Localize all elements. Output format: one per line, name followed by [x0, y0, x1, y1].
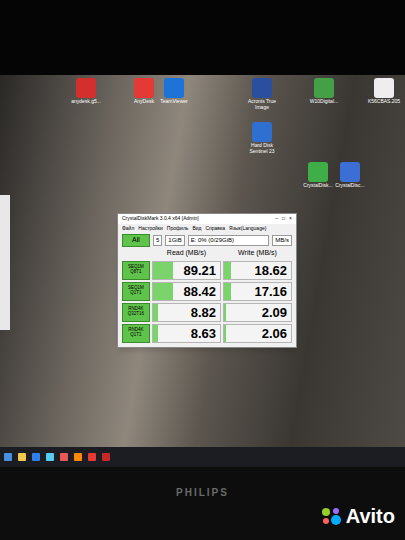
- taskbar-app-icon[interactable]: [4, 453, 12, 461]
- menu-item[interactable]: Язык(Language): [229, 225, 266, 233]
- taskbar-app-icon[interactable]: [88, 453, 96, 461]
- result-cell: 2.09: [223, 303, 292, 322]
- menu-item[interactable]: Настройки: [138, 225, 163, 233]
- unit-select[interactable]: MB/s: [272, 235, 292, 246]
- window-control[interactable]: –: [275, 215, 278, 223]
- app-icon: [314, 78, 334, 98]
- app-icon: [76, 78, 96, 98]
- test-button[interactable]: RND4KQ32T16: [122, 303, 150, 322]
- screen: anydesk.g5... AnyDeskTeamViewer Acronis Tr…: [0, 75, 405, 467]
- title-bar: CrystalDiskMark 3.0.4 x64 [Admin]–□×: [118, 214, 296, 224]
- desktop-icon[interactable]: CrystalDisk...: [300, 162, 336, 189]
- result-bar: [224, 304, 226, 321]
- menu-item[interactable]: Вид: [192, 225, 201, 233]
- test-button[interactable]: RND4KQ1T1: [122, 324, 150, 343]
- result-bar: [153, 283, 173, 300]
- taskbar-app-icon[interactable]: [18, 453, 26, 461]
- result-cell: 17.16: [223, 282, 292, 301]
- bezel: PHILIPS: [0, 467, 405, 540]
- menu-bar: Файл Настройки ПрофильВид Справка Язык(Langu…: [118, 224, 296, 233]
- window-control[interactable]: ×: [289, 215, 292, 223]
- result-bar: [153, 304, 158, 321]
- result-cell: 88.42: [152, 282, 221, 301]
- app-icon: [340, 162, 360, 182]
- cdm-window: CrystalDiskMark 3.0.4 x64 [Admin]–□×Файл…: [117, 213, 297, 348]
- brand-logo: PHILIPS: [176, 485, 229, 540]
- desktop-icon[interactable]: anydesk.g5...: [68, 78, 104, 105]
- top-dark: [0, 0, 405, 75]
- result-cell: 18.62: [223, 261, 292, 280]
- menu-item[interactable]: Справка: [205, 225, 225, 233]
- menu-item[interactable]: Профиль: [167, 225, 189, 233]
- menu-item[interactable]: Файл: [122, 225, 134, 233]
- desktop-icon[interactable]: Hard Disk Sentinel 23: [244, 122, 280, 154]
- app-icon: [134, 78, 154, 98]
- result-cell: 8.82: [152, 303, 221, 322]
- app-icon: [374, 78, 394, 98]
- desktop-icon[interactable]: W10Digital...: [306, 78, 342, 105]
- taskbar-app-icon[interactable]: [74, 453, 82, 461]
- photo: anydesk.g5... AnyDeskTeamViewer Acronis Tr…: [0, 0, 405, 540]
- desktop-icon[interactable]: CrystalDisc...: [332, 162, 368, 189]
- taskbar: [0, 447, 405, 467]
- desktop-icon[interactable]: Acronis True Image: [244, 78, 280, 110]
- window-control[interactable]: □: [282, 215, 285, 223]
- watermark: Avito: [320, 506, 395, 526]
- drive-select[interactable]: E: 0% (0/29GiB): [188, 235, 270, 246]
- app-icon: [252, 122, 272, 142]
- column-header: Read (MB/s): [152, 248, 221, 259]
- result-bar: [224, 262, 231, 279]
- results-grid: Read (MB/s)Write (MB/s) SEQ1MQ8T189.2118.…: [118, 248, 296, 347]
- avito-dots-icon: [320, 506, 342, 526]
- desktop-icon[interactable]: TeamViewer: [156, 78, 192, 105]
- taskbar-app-icon[interactable]: [32, 453, 40, 461]
- test-button[interactable]: SEQ1MQ1T1: [122, 282, 150, 301]
- column-header: Write (MB/s): [223, 248, 292, 259]
- toolbar: All51GiB E: 0% (0/29GiB)MB/s: [118, 233, 296, 248]
- result-bar: [153, 325, 158, 342]
- side-window: [0, 195, 10, 330]
- count-select[interactable]: 5: [153, 235, 162, 246]
- app-icon: [164, 78, 184, 98]
- result-bar: [224, 325, 226, 342]
- all-button[interactable]: All: [122, 234, 150, 247]
- result-bar: [224, 283, 231, 300]
- desktop-icon[interactable]: AnyDesk: [126, 78, 162, 105]
- taskbar-app-icon[interactable]: [46, 453, 54, 461]
- desktop-icon[interactable]: K56CBAS.205: [366, 78, 402, 105]
- result-cell: 89.21: [152, 261, 221, 280]
- taskbar-app-icon[interactable]: [102, 453, 110, 461]
- result-cell: 2.06: [223, 324, 292, 343]
- result-bar: [153, 262, 173, 279]
- result-cell: 8.63: [152, 324, 221, 343]
- size-select[interactable]: 1GiB: [165, 235, 184, 246]
- app-icon: [308, 162, 328, 182]
- app-icon: [252, 78, 272, 98]
- test-button[interactable]: SEQ1MQ8T1: [122, 261, 150, 280]
- taskbar-app-icon[interactable]: [60, 453, 68, 461]
